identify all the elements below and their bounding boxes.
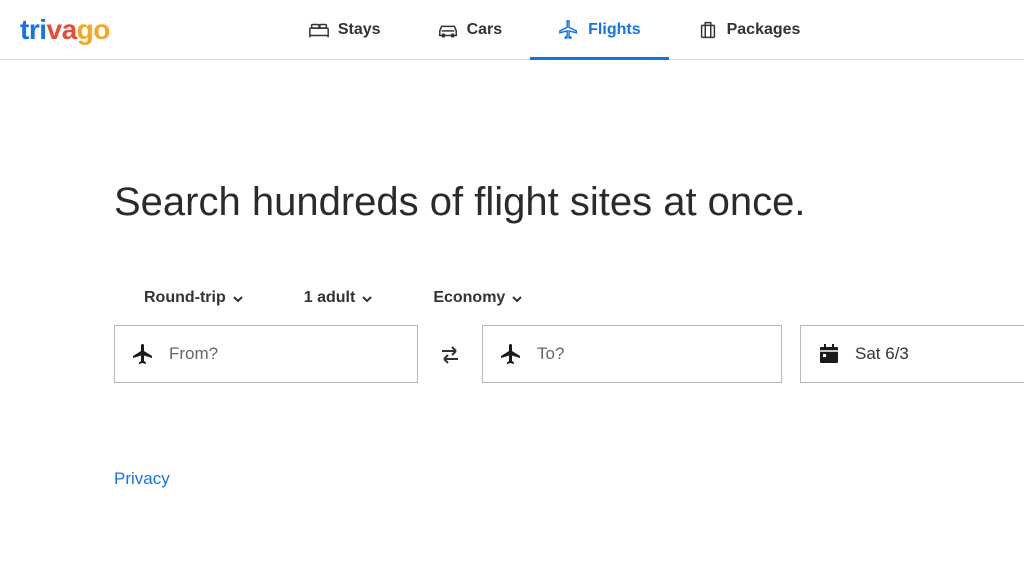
chevron-down-icon bbox=[232, 292, 244, 304]
main: Search hundreds of flight sites at once.… bbox=[0, 60, 1024, 489]
trip-type-selector[interactable]: Round-trip bbox=[144, 289, 244, 307]
from-input[interactable] bbox=[169, 344, 401, 364]
options-row: Round-trip 1 adult Economy bbox=[144, 289, 1024, 307]
cabin-class-label: Economy bbox=[433, 289, 505, 307]
car-icon bbox=[437, 19, 459, 41]
calendar-icon bbox=[817, 342, 841, 366]
nav-packages[interactable]: Packages bbox=[669, 0, 829, 59]
nav-label: Stays bbox=[338, 21, 381, 39]
nav-label: Flights bbox=[588, 21, 640, 39]
trip-type-label: Round-trip bbox=[144, 289, 226, 307]
date-field[interactable]: Sat 6/3 bbox=[800, 325, 1024, 383]
search-row: Sat 6/3 bbox=[114, 325, 1024, 383]
nav-stays[interactable]: Stays bbox=[280, 0, 409, 59]
header: trivago Stays Cars Flights Packages bbox=[0, 0, 1024, 60]
nav-flights[interactable]: Flights bbox=[530, 0, 668, 59]
logo-part-1: tri bbox=[20, 14, 47, 45]
nav: Stays Cars Flights Packages bbox=[280, 0, 829, 59]
chevron-down-icon bbox=[511, 292, 523, 304]
page-headline: Search hundreds of flight sites at once. bbox=[114, 180, 1024, 225]
plane-icon bbox=[131, 342, 155, 366]
chevron-down-icon bbox=[361, 292, 373, 304]
passengers-selector[interactable]: 1 adult bbox=[304, 289, 374, 307]
date-value: Sat 6/3 bbox=[855, 344, 909, 364]
nav-label: Packages bbox=[727, 21, 801, 39]
from-field[interactable] bbox=[114, 325, 418, 383]
swap-button[interactable] bbox=[436, 340, 464, 368]
cabin-class-selector[interactable]: Economy bbox=[433, 289, 523, 307]
nav-cars[interactable]: Cars bbox=[409, 0, 531, 59]
passengers-label: 1 adult bbox=[304, 289, 356, 307]
to-input[interactable] bbox=[537, 344, 765, 364]
plane-icon bbox=[499, 342, 523, 366]
nav-label: Cars bbox=[467, 21, 503, 39]
logo-part-2: va bbox=[47, 14, 77, 45]
logo-part-3: go bbox=[77, 14, 110, 45]
suitcase-icon bbox=[697, 19, 719, 41]
privacy-link[interactable]: Privacy bbox=[114, 469, 1024, 489]
bed-icon bbox=[308, 19, 330, 41]
to-field[interactable] bbox=[482, 325, 782, 383]
logo[interactable]: trivago bbox=[20, 14, 110, 46]
plane-icon bbox=[558, 19, 580, 41]
